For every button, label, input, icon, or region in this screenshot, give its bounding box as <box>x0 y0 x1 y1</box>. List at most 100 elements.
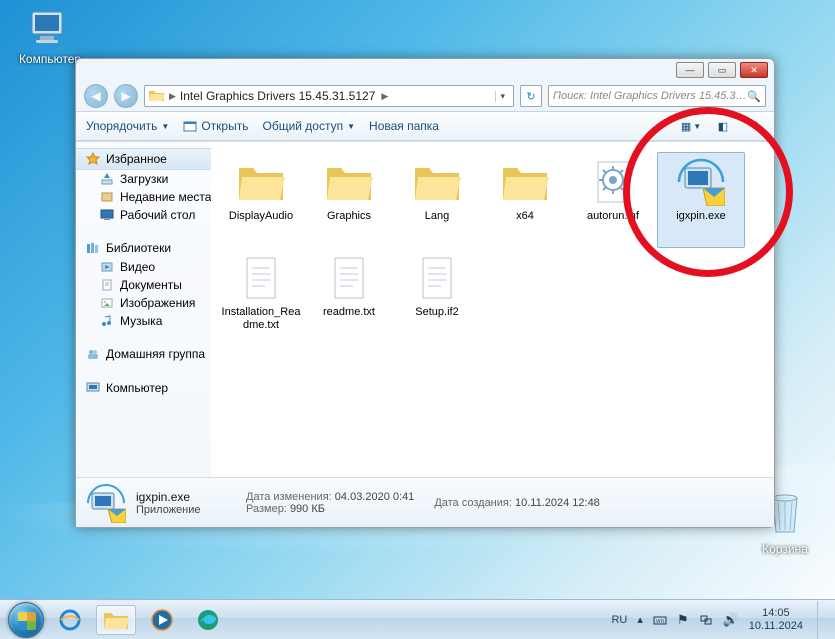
tray-show-hidden-icon[interactable]: ▴ <box>637 613 643 626</box>
close-button[interactable]: ✕ <box>740 62 768 78</box>
txt-icon <box>237 254 285 302</box>
computer-icon <box>28 8 72 48</box>
details-icon <box>86 483 126 523</box>
search-placeholder: Поиск: Intel Graphics Drivers 15.45.31..… <box>553 90 747 102</box>
file-label: Graphics <box>324 210 374 223</box>
preview-pane-button[interactable]: ◧ <box>714 117 732 135</box>
desktop-icon-label: Компьютер <box>19 52 81 66</box>
chevron-right-icon: ▶ <box>169 91 176 102</box>
search-icon: 🔍 <box>747 90 761 103</box>
details-type: Приложение <box>136 504 226 516</box>
file-tile[interactable]: Installation_Readme.txt <box>217 248 305 344</box>
nav-favorites[interactable]: Избранное <box>76 148 211 170</box>
refresh-button[interactable]: ↻ <box>520 85 542 107</box>
new-folder-button[interactable]: Новая папка <box>369 119 439 133</box>
nav-desktop[interactable]: Рабочий стол <box>76 206 211 224</box>
breadcrumb-current[interactable]: Intel Graphics Drivers 15.45.31.5127 <box>176 89 381 103</box>
view-options-button[interactable]: ▦▼ <box>682 117 700 135</box>
start-button[interactable] <box>8 602 44 638</box>
file-tile[interactable]: Setup.if2 <box>393 248 481 344</box>
nav-recent[interactable]: Недавние места <box>76 188 211 206</box>
nav-back-button[interactable]: ◀ <box>84 84 108 108</box>
nav-forward-button[interactable]: ▶ <box>114 84 138 108</box>
share-button[interactable]: Общий доступ▼ <box>262 119 355 133</box>
file-tile[interactable]: Lang <box>393 152 481 248</box>
ie-icon <box>58 608 82 632</box>
details-pane: igxpin.exe Приложение Дата изменения: 04… <box>76 477 774 527</box>
music-icon <box>100 314 114 328</box>
file-label: Setup.if2 <box>412 306 461 319</box>
svg-text:vm: vm <box>656 619 664 625</box>
titlebar: — ▭ ✕ <box>76 59 774 81</box>
nav-downloads[interactable]: Загрузки <box>76 170 211 188</box>
txt-icon <box>325 254 373 302</box>
recent-icon <box>100 190 114 204</box>
folder-icon <box>149 89 165 103</box>
file-label: igxpin.exe <box>673 210 729 223</box>
file-tile[interactable]: x64 <box>481 152 569 248</box>
installer-icon <box>677 158 725 206</box>
details-size: 990 КБ <box>290 503 325 515</box>
system-tray: RU ▴ vm ⚑ 🔊 14:05 10.11.2024 <box>611 601 827 639</box>
file-label: DisplayAudio <box>226 210 296 223</box>
star-icon <box>86 152 100 166</box>
file-list: DisplayAudio Graphics Lang x64 autorun.inf ig… <box>211 142 774 477</box>
file-tile[interactable]: DisplayAudio <box>217 152 305 248</box>
file-tile[interactable]: Graphics <box>305 152 393 248</box>
nav-computer[interactable]: Компьютер <box>76 378 211 398</box>
nav-pictures[interactable]: Изображения <box>76 294 211 312</box>
taskbar-explorer[interactable] <box>96 605 136 635</box>
file-tile[interactable]: igxpin.exe <box>657 152 745 248</box>
inf-icon <box>589 158 637 206</box>
tray-clock[interactable]: 14:05 10.11.2024 <box>749 607 803 632</box>
maximize-button[interactable]: ▭ <box>708 62 736 78</box>
nav-documents[interactable]: Документы <box>76 276 211 294</box>
address-dropdown[interactable]: ▾ <box>495 91 509 102</box>
nav-music[interactable]: Музыка <box>76 312 211 330</box>
search-input[interactable]: Поиск: Intel Graphics Drivers 15.45.31..… <box>548 85 766 107</box>
nav-videos[interactable]: Видео <box>76 258 211 276</box>
details-filename: igxpin.exe <box>136 490 226 504</box>
downloads-icon <box>100 172 114 186</box>
pictures-icon <box>100 296 114 310</box>
toolbar: Упорядочить▼ Открыть Общий доступ▼ Новая… <box>76 111 774 141</box>
taskbar: RU ▴ vm ⚑ 🔊 14:05 10.11.2024 <box>0 599 835 639</box>
breadcrumb-box[interactable]: ▶ Intel Graphics Drivers 15.45.31.5127 ▶… <box>144 85 514 107</box>
media-icon <box>150 608 174 632</box>
tray-network-icon[interactable] <box>699 613 713 627</box>
file-label: Installation_Readme.txt <box>217 306 305 331</box>
organize-button[interactable]: Упорядочить▼ <box>86 119 169 133</box>
desktop-icon-computer[interactable]: Компьютер <box>10 8 90 66</box>
taskbar-edge[interactable] <box>188 605 228 635</box>
tray-language[interactable]: RU <box>611 614 627 626</box>
documents-icon <box>100 278 114 292</box>
homegroup-icon <box>86 347 100 361</box>
explorer-window: — ▭ ✕ ◀ ▶ ▶ Intel Graphics Drivers 15.45… <box>75 58 775 528</box>
nav-libraries[interactable]: Библиотеки <box>76 238 211 258</box>
file-label: x64 <box>513 210 537 223</box>
help-button[interactable]: ? <box>746 117 764 135</box>
video-icon <box>100 260 114 274</box>
folder-icon <box>103 609 129 631</box>
taskbar-ie[interactable] <box>50 605 90 635</box>
file-tile[interactable]: readme.txt <box>305 248 393 344</box>
file-tile[interactable]: autorun.inf <box>569 152 657 248</box>
desktop-icon <box>100 208 114 222</box>
nav-homegroup[interactable]: Домашняя группа <box>76 344 211 364</box>
tray-flag-icon[interactable]: ⚑ <box>677 612 689 628</box>
folder-icon <box>501 158 549 206</box>
chevron-right-icon: ▶ <box>381 91 388 102</box>
details-created: 10.11.2024 12:48 <box>515 497 600 509</box>
open-button[interactable]: Открыть <box>183 119 248 133</box>
taskbar-media[interactable] <box>142 605 182 635</box>
show-desktop-button[interactable] <box>817 601 827 639</box>
address-bar: ◀ ▶ ▶ Intel Graphics Drivers 15.45.31.51… <box>76 81 774 111</box>
minimize-button[interactable]: — <box>676 62 704 78</box>
details-modified: 04.03.2020 0:41 <box>335 491 415 503</box>
file-icon <box>413 254 461 302</box>
edge-icon <box>196 608 220 632</box>
open-icon <box>183 120 197 132</box>
tray-volume-icon[interactable]: 🔊 <box>723 612 739 628</box>
tray-vm-icon[interactable]: vm <box>653 613 667 627</box>
file-label: autorun.inf <box>584 210 642 223</box>
